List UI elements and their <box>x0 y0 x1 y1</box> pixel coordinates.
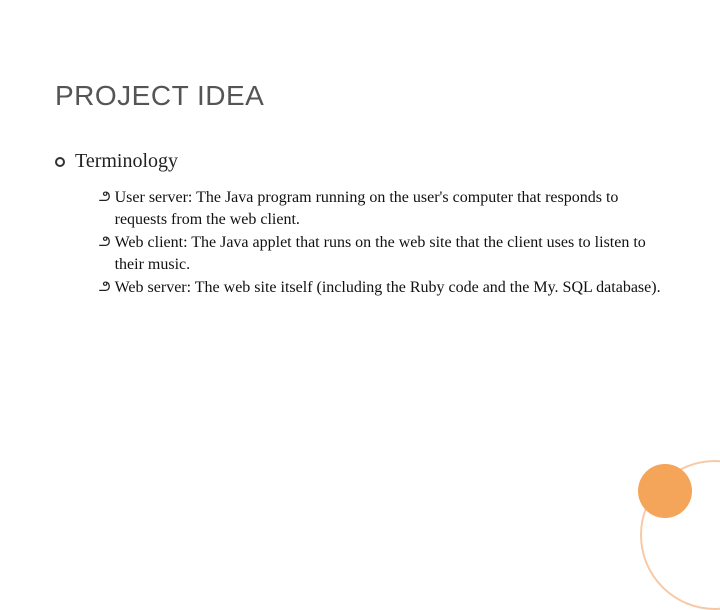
flourish-icon: ౨ <box>99 232 111 252</box>
section-heading: Terminology <box>75 150 178 173</box>
list-item-text: Web server: The web site itself (includi… <box>115 277 661 299</box>
flourish-icon: ౨ <box>99 277 111 297</box>
flourish-icon: ౨ <box>99 187 111 207</box>
sub-list: ౨ User server: The Java program running … <box>55 187 665 299</box>
outline-circle-icon <box>640 460 720 610</box>
list-item: ౨ User server: The Java program running … <box>99 187 665 230</box>
slide: PROJECT IDEA Terminology ౨ User server: … <box>0 0 720 540</box>
filled-circle-icon <box>638 464 692 518</box>
ring-bullet-icon <box>55 154 65 172</box>
list-item: ౨ Web server: The web site itself (inclu… <box>99 277 665 299</box>
corner-decoration <box>590 440 720 540</box>
section-row: Terminology <box>55 150 665 173</box>
slide-title: PROJECT IDEA <box>55 80 665 112</box>
list-item-text: User server: The Java program running on… <box>115 187 665 230</box>
list-item-text: Web client: The Java applet that runs on… <box>115 232 665 275</box>
list-item: ౨ Web client: The Java applet that runs … <box>99 232 665 275</box>
